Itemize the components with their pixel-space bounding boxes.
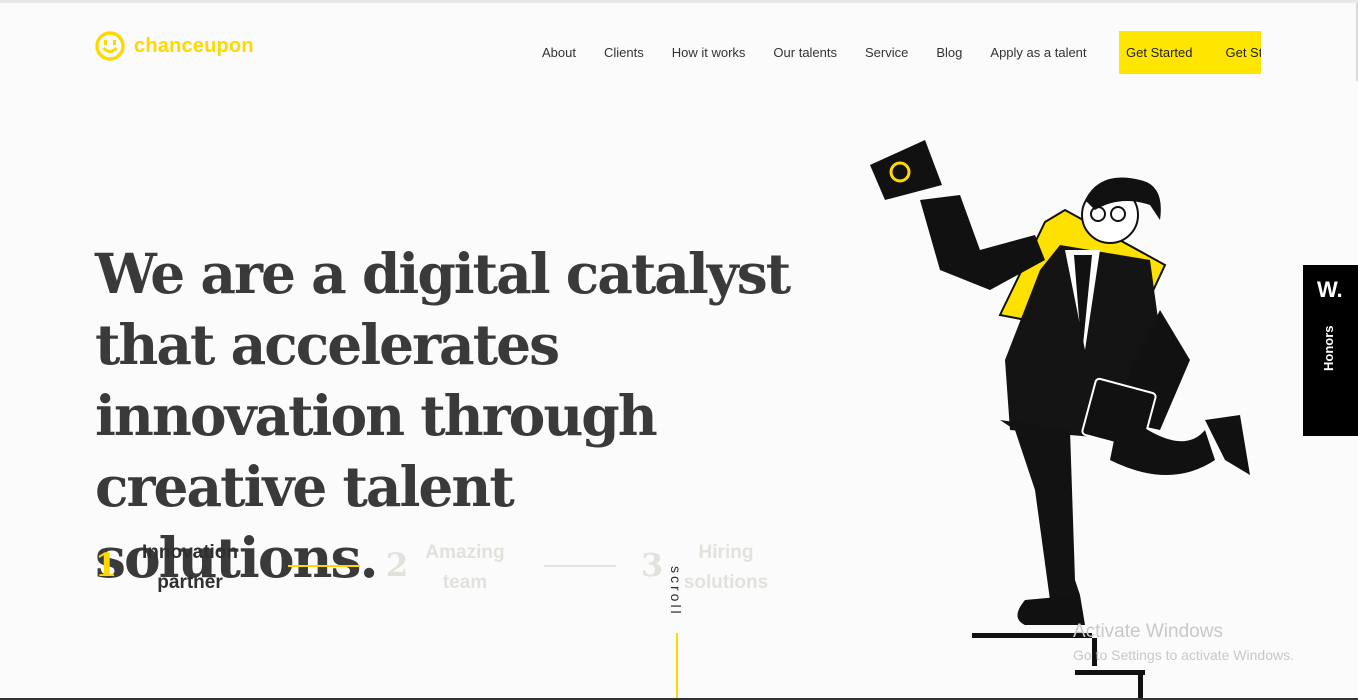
top-border: [0, 0, 1358, 3]
get-started-label-ticker: Get Started: [1225, 45, 1261, 60]
step-label: Innovation partner: [141, 542, 239, 593]
nav-blog[interactable]: Blog: [936, 45, 962, 60]
watermark-subtitle: Go to Settings to activate Windows.: [1073, 647, 1294, 663]
honors-badge[interactable]: W. Honors: [1303, 265, 1358, 436]
watermark-title: Activate Windows: [1073, 621, 1223, 642]
honors-label: Honors: [1321, 325, 1336, 372]
step-number: 3: [641, 546, 664, 584]
nav-clients[interactable]: Clients: [604, 45, 644, 60]
nav-our-talents[interactable]: Our talents: [773, 45, 837, 60]
steps-carousel: 1 Innovation partner 2 Amazing team 3 Hi…: [95, 536, 795, 606]
step-number: 1: [95, 546, 118, 584]
awwwards-logo: W.: [1317, 277, 1343, 302]
nav-how-it-works[interactable]: How it works: [672, 45, 746, 60]
nav-apply-as-talent[interactable]: Apply as a talent: [990, 45, 1086, 60]
brand-name: chanceupon: [134, 34, 254, 57]
logo[interactable]: chanceupon: [94, 30, 254, 62]
man-carrying-book-icon: [870, 140, 1250, 700]
activate-windows-watermark: Activate Windows Go to Settings to activ…: [1073, 621, 1294, 663]
smiley-logo-icon: [95, 31, 125, 61]
scroll-indicator[interactable]: scroll: [668, 566, 688, 626]
scroll-label: scroll: [668, 566, 684, 617]
step-label: Amazing team: [425, 542, 505, 593]
step-divider-active: [288, 565, 360, 567]
get-started-label: Get Started: [1126, 45, 1193, 60]
step-divider: [544, 565, 616, 567]
nav-service[interactable]: Service: [865, 45, 908, 60]
scroll-bar: [676, 633, 678, 700]
nav-about[interactable]: About: [542, 45, 576, 60]
get-started-button[interactable]: Get Started Get Started: [1119, 31, 1261, 74]
step-number: 2: [386, 546, 409, 584]
main-nav: About Clients How it works Our talents S…: [528, 31, 1101, 73]
